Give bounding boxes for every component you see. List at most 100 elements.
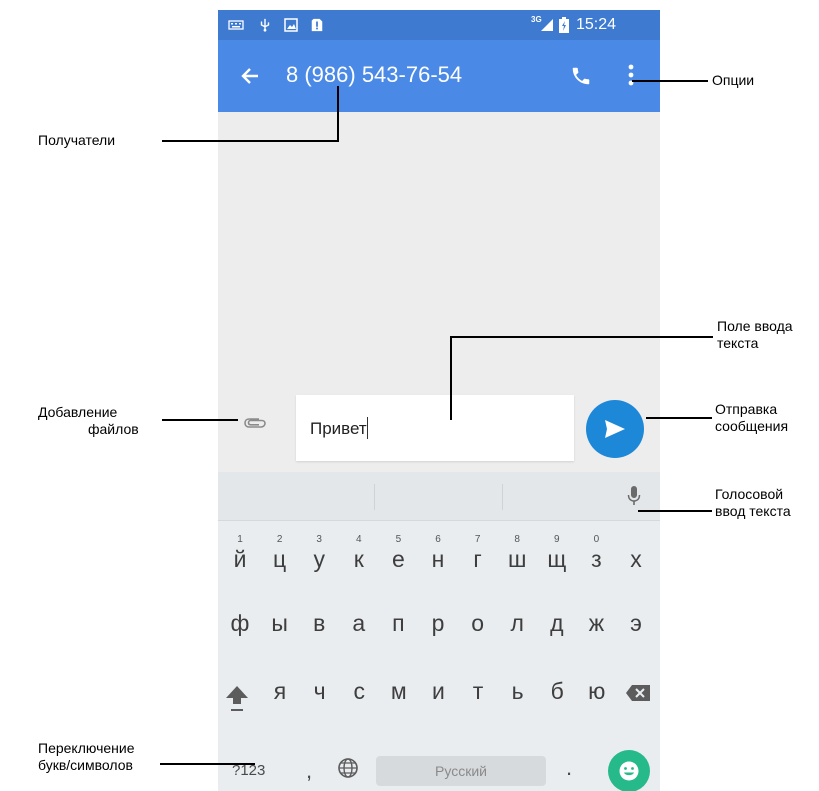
- key[interactable]: э: [616, 602, 656, 656]
- key-label: х: [630, 546, 642, 572]
- key-label: о: [471, 610, 484, 636]
- key-label: п: [392, 610, 405, 636]
- key-label: д: [550, 610, 564, 636]
- period-key[interactable]: .: [566, 755, 572, 781]
- key-label: т: [472, 678, 484, 704]
- key-label: э: [630, 610, 642, 636]
- app-bar: 8 (986) 543-76-54: [218, 40, 660, 112]
- key-label: у: [313, 546, 325, 572]
- microphone-icon[interactable]: [627, 485, 641, 507]
- key[interactable]: п: [378, 602, 418, 656]
- recipients-callout-line-v: [337, 86, 339, 142]
- key-label: л: [510, 610, 524, 636]
- message-input-box[interactable]: Привет: [296, 395, 574, 461]
- key-row-1: 1й2ц3у4к5е6н7г8ш9щ0зх: [218, 532, 660, 592]
- key[interactable]: 5е: [378, 532, 418, 586]
- space-bar[interactable]: Русский: [376, 756, 546, 786]
- comma-key[interactable]: ,: [306, 758, 312, 784]
- send-annotation-line1: Отправка: [715, 401, 778, 417]
- key[interactable]: б: [537, 670, 577, 724]
- key-hint: 0: [593, 534, 600, 545]
- key[interactable]: ь: [498, 670, 538, 724]
- send-button[interactable]: [586, 400, 644, 458]
- key-hint: 8: [514, 534, 520, 545]
- usb-icon: [260, 18, 270, 32]
- input-field-annotation-line1: Поле ввода: [717, 318, 793, 334]
- key[interactable]: я: [260, 670, 300, 724]
- add-files-annotation-line1: Добавление: [38, 404, 118, 420]
- key[interactable]: 6н: [418, 532, 458, 586]
- emoji-icon: [619, 761, 639, 781]
- emoji-button[interactable]: [608, 750, 650, 791]
- backspace-icon[interactable]: [625, 684, 651, 702]
- key[interactable]: 8ш: [497, 532, 537, 586]
- more-options-icon[interactable]: [628, 64, 634, 86]
- suggestion-divider: [374, 484, 375, 510]
- space-bar-label: Русский: [435, 763, 487, 779]
- key[interactable]: 3у: [299, 532, 339, 586]
- key[interactable]: ы: [260, 602, 300, 656]
- conversation-title[interactable]: 8 (986) 543-76-54: [286, 62, 462, 88]
- key[interactable]: ж: [576, 602, 616, 656]
- key-hint: 6: [435, 534, 441, 545]
- key-row-3: яч сми т ьбю: [218, 670, 660, 730]
- send-callout-line: [646, 417, 712, 419]
- key-hint: 4: [356, 534, 362, 545]
- language-globe-icon[interactable]: [337, 757, 359, 779]
- key-label: ю: [588, 678, 606, 704]
- key[interactable]: 7г: [458, 532, 498, 586]
- key[interactable]: с: [339, 670, 379, 724]
- add-files-callout-line: [162, 419, 238, 421]
- switch-annotation-line2: букв/символов: [38, 757, 133, 773]
- voice-annotation-line1: Голосовой: [715, 486, 784, 502]
- key-label: ы: [271, 610, 288, 636]
- back-arrow-icon[interactable]: [240, 66, 260, 86]
- suggestion-divider: [502, 484, 503, 510]
- key[interactable]: ч: [300, 670, 340, 724]
- sim-alert-icon: [311, 18, 323, 32]
- key-hint: 9: [554, 534, 560, 545]
- add-files-annotation-line2: файлов: [88, 421, 139, 437]
- key-label: н: [431, 546, 445, 572]
- key-label: ф: [230, 610, 250, 636]
- phone-call-icon[interactable]: [570, 65, 592, 87]
- key-label: р: [431, 610, 445, 636]
- key-label: е: [391, 546, 405, 572]
- key-label: а: [352, 610, 366, 636]
- text-cursor: [367, 417, 368, 439]
- key[interactable]: м: [379, 670, 419, 724]
- key[interactable]: р: [418, 602, 458, 656]
- key-hint: 7: [474, 534, 481, 545]
- key-label: ц: [273, 546, 287, 572]
- key-hint: 3: [316, 534, 322, 545]
- key[interactable]: и: [418, 670, 458, 724]
- status-bar: 3G 15:24: [218, 10, 660, 40]
- input-field-annotation-line2: текста: [717, 335, 759, 351]
- key[interactable]: в: [299, 602, 339, 656]
- input-field-callout-line-h: [451, 336, 713, 338]
- key[interactable]: 2ц: [260, 532, 300, 586]
- message-input-text[interactable]: Привет: [310, 419, 367, 439]
- key[interactable]: д: [537, 602, 577, 656]
- key[interactable]: х: [616, 532, 656, 586]
- voice-callout-line: [638, 510, 712, 512]
- key[interactable]: 0з: [576, 532, 616, 586]
- key[interactable]: 9щ: [537, 532, 577, 586]
- key[interactable]: ю: [577, 670, 617, 724]
- key-label: в: [313, 610, 326, 636]
- composer-bar: Привет: [218, 382, 660, 472]
- key[interactable]: а: [339, 602, 379, 656]
- key[interactable]: т: [458, 670, 498, 724]
- options-annotation: Опции: [712, 72, 755, 88]
- key[interactable]: 1й: [220, 532, 260, 586]
- shift-icon[interactable]: [225, 684, 249, 712]
- key[interactable]: о: [458, 602, 498, 656]
- attach-file-icon[interactable]: [243, 416, 267, 430]
- key-label: щ: [547, 546, 567, 572]
- clock: 15:24: [576, 16, 617, 33]
- key[interactable]: ф: [220, 602, 260, 656]
- key-row-2: фывапролджэ: [218, 602, 660, 662]
- key-label: м: [390, 678, 407, 704]
- key[interactable]: 4к: [339, 532, 379, 586]
- key[interactable]: л: [497, 602, 537, 656]
